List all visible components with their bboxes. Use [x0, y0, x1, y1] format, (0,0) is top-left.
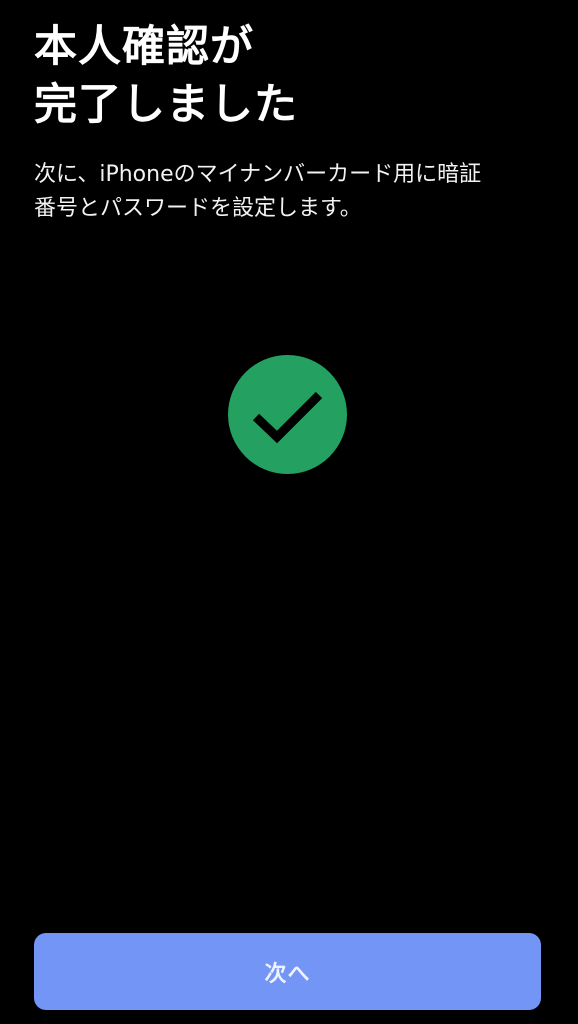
page-title: 本人確認が 完了しました: [34, 22, 298, 130]
instruction-text: 次に、iPhoneのマイナンバーカード用に暗証 番号とパスワードを設定します。: [34, 162, 482, 221]
checkmark-circle-icon: [228, 355, 347, 474]
next-button[interactable]: 次へ: [34, 933, 541, 1010]
identity-verified-screen: 本人確認が 完了しました 次に、iPhoneのマイナンバーカード用に暗証 番号と…: [0, 0, 578, 1024]
success-status: [228, 355, 347, 474]
